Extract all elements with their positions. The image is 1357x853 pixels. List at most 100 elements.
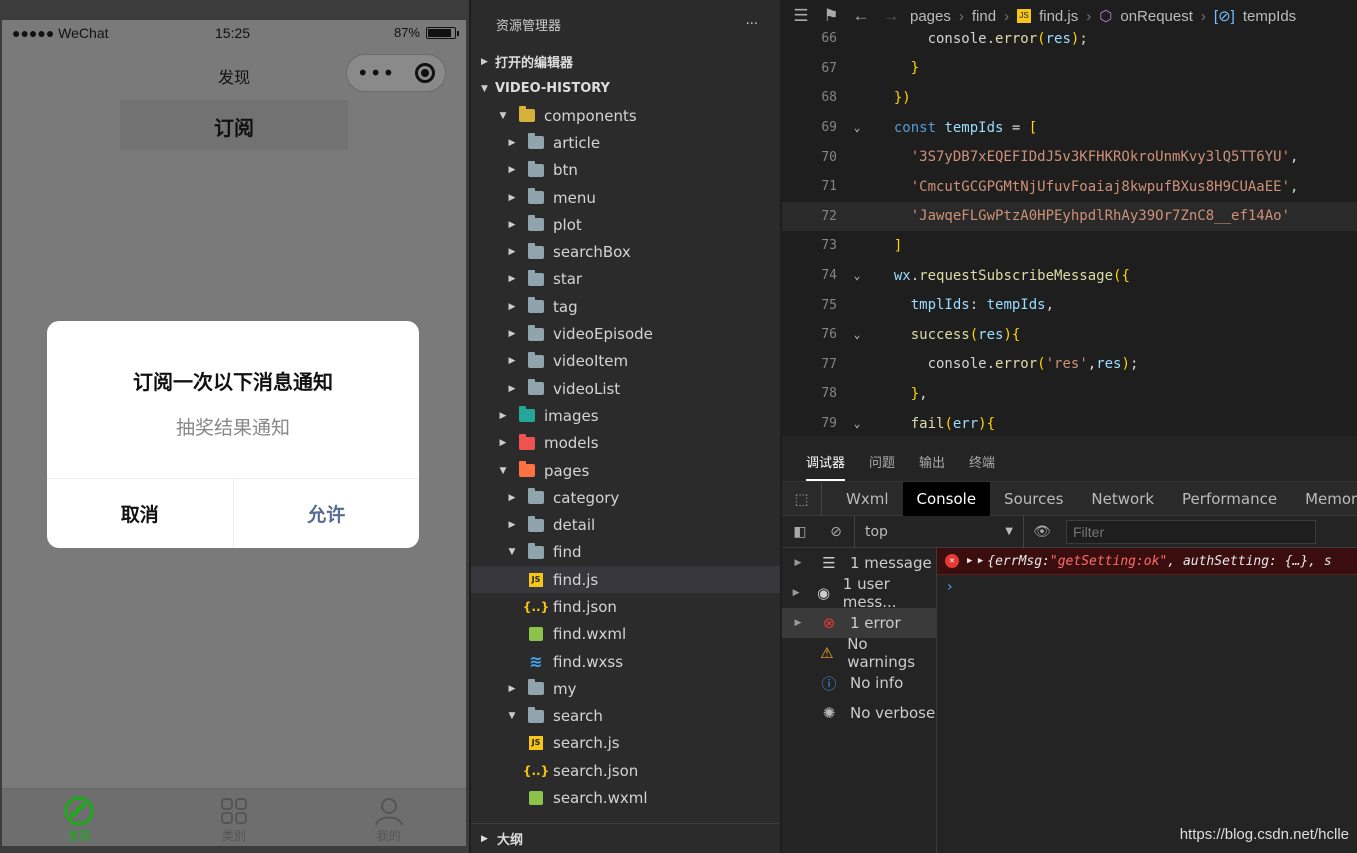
folder-row[interactable]: ▶ detail <box>471 511 780 538</box>
console-output[interactable]: ✕ ▶ ▶ {errMsg: "getSetting:ok" , authSet… <box>937 548 1357 853</box>
console-filter-item[interactable]: ⚠ No warnings <box>782 635 936 671</box>
panel-sources[interactable]: Sources <box>990 482 1077 516</box>
code-line[interactable]: 72 'JawqeFLGwPtzA0HPEyhpdlRhAy39Or7ZnC8_… <box>782 201 1357 232</box>
code-line[interactable]: 79 ⌄ fail(err){ <box>782 409 1357 436</box>
line-number: 76 <box>821 327 837 343</box>
folder-row[interactable]: ▶ tag <box>471 293 780 320</box>
file-row[interactable]: JS search.js <box>471 730 780 757</box>
panel-network[interactable]: Network <box>1077 482 1168 516</box>
fold-chevron-icon[interactable]: ⌄ <box>837 121 877 134</box>
bookmark-icon[interactable]: ⚑ <box>820 6 842 26</box>
folder-row[interactable]: ▶ category <box>471 484 780 511</box>
code-line[interactable]: 75 tmplIds: tempIds, <box>782 290 1357 320</box>
console-filter-item[interactable]: ▶ ☰ 1 message <box>782 548 936 578</box>
code-line[interactable]: 68 }) <box>782 83 1357 113</box>
code-line[interactable]: 76 ⌄ success(res){ <box>782 320 1357 350</box>
context-selector[interactable]: top ▼ <box>854 515 1024 548</box>
explorer-title: 资源管理器 <box>496 18 562 34</box>
code-line[interactable]: 71 'CmcutGCGPGMtNjUfuvFoaiaj8kwpufBXus8H… <box>782 172 1357 202</box>
tab-mine[interactable]: 我的 <box>311 789 466 846</box>
tab-debugger[interactable]: 调试器 <box>806 452 846 481</box>
battery-icon <box>426 26 459 39</box>
tab-problems[interactable]: 问题 <box>869 452 895 481</box>
file-row[interactable]: search.wxml <box>471 784 780 811</box>
fold-chevron-icon[interactable]: ⌄ <box>837 417 877 430</box>
code-line[interactable]: 77 console.error('res',res); <box>782 350 1357 380</box>
folder-row[interactable]: ▶ star <box>471 266 780 293</box>
back-arrow-icon[interactable]: ← <box>850 6 872 26</box>
folder-row[interactable]: ▶ my <box>471 675 780 702</box>
console-filter-item[interactable]: ▶ ⊗ 1 error <box>782 608 936 638</box>
open-editors-section[interactable]: ▶ 打开的编辑器 <box>471 48 780 75</box>
file-row[interactable]: {..} find.json <box>471 593 780 620</box>
code-line[interactable]: 67 } <box>782 54 1357 84</box>
code-line[interactable]: 78 }, <box>782 379 1357 409</box>
code-line[interactable]: 69 ⌄ const tempIds = [ <box>782 113 1357 143</box>
file-row[interactable]: {..} search.json <box>471 757 780 784</box>
menu-capsule[interactable]: ••• <box>346 54 446 92</box>
error-message-row[interactable]: ✕ ▶ ▶ {errMsg: "getSetting:ok" , authSet… <box>937 548 1357 575</box>
code-line[interactable]: 74 ⌄ wx.requestSubscribeMessage({ <box>782 261 1357 291</box>
panel-wxml[interactable]: Wxml <box>822 482 903 516</box>
folder-icon <box>527 379 545 396</box>
fold-chevron-icon[interactable]: ⌄ <box>837 328 877 341</box>
folder-row[interactable]: ▼ components <box>471 102 780 129</box>
devtools-tabs: 调试器 问题 输出 终端 <box>782 436 1357 482</box>
forward-arrow-icon[interactable]: → <box>880 6 902 26</box>
tab-discover[interactable]: 发现 <box>2 789 157 846</box>
console-filter-item[interactable]: ⓘ No info <box>782 668 936 698</box>
eye-icon[interactable]: 👁 <box>1024 524 1060 540</box>
inspect-element-icon[interactable]: ⬚ <box>782 481 822 516</box>
breadcrumb-item[interactable]: tempIds <box>1243 8 1296 25</box>
console-filter-item[interactable]: ▶ ◉ 1 user mess... <box>782 575 936 611</box>
more-icon[interactable]: ••• <box>357 63 395 83</box>
folder-row[interactable]: ▼ find <box>471 539 780 566</box>
folder-row[interactable]: ▶ models <box>471 430 780 457</box>
console-prompt[interactable]: › <box>937 575 1357 599</box>
folder-row[interactable]: ▶ menu <box>471 184 780 211</box>
tab-category[interactable]: 类别 <box>157 789 312 846</box>
code-text: 'CmcutGCGPGMtNjUfuvFoaiaj8kwpufBXus8H9CU… <box>910 178 1299 195</box>
fold-chevron-icon[interactable]: ⌄ <box>837 269 877 282</box>
tab-output[interactable]: 输出 <box>919 452 945 481</box>
folder-row[interactable]: ▶ videoList <box>471 375 780 402</box>
code-line[interactable]: 73 ] <box>782 231 1357 261</box>
filter-input[interactable] <box>1066 519 1316 544</box>
console-filter-item[interactable]: ✺ No verbose <box>782 698 936 728</box>
code-line[interactable]: 70 '3S7yDB7xEQEFIDdJ5v3KFHKROkroUnmKvy3l… <box>782 142 1357 172</box>
folder-row[interactable]: ▶ images <box>471 402 780 429</box>
file-row[interactable]: ≋ find.wxss <box>471 648 780 675</box>
folder-row[interactable]: ▶ videoItem <box>471 348 780 375</box>
code-area[interactable]: 66 console.error(res); 67 } 68 }) 69 ⌄ const… <box>782 24 1357 436</box>
panel-memory[interactable]: Memory <box>1291 482 1357 516</box>
expand-arrow-icon[interactable]: ▶ ▶ <box>967 556 983 566</box>
file-row[interactable]: find.wxml <box>471 621 780 648</box>
folder-row[interactable]: ▶ btn <box>471 157 780 184</box>
folder-row[interactable]: ▶ searchBox <box>471 238 780 265</box>
subscribe-tab[interactable]: 订阅 <box>120 100 348 150</box>
panel-console[interactable]: Console <box>902 481 991 516</box>
allow-button[interactable]: 允许 <box>234 479 420 548</box>
folder-row[interactable]: ▼ search <box>471 703 780 730</box>
sidebar-toggle-icon[interactable]: ◧ <box>782 524 818 540</box>
folder-icon <box>527 324 545 341</box>
more-actions-icon[interactable]: ··· <box>746 17 758 32</box>
outline-section[interactable]: ▶ 大纲 <box>471 823 780 853</box>
file-row[interactable]: JS find.js <box>471 566 780 594</box>
folder-row[interactable]: ▶ videoEpisode <box>471 320 780 347</box>
list-icon[interactable]: ☰ <box>790 6 812 26</box>
breadcrumb-item[interactable]: find <box>972 8 996 25</box>
breadcrumb-item[interactable]: onRequest <box>1120 8 1193 25</box>
breadcrumb-item[interactable]: pages <box>910 8 951 25</box>
tab-terminal[interactable]: 终端 <box>969 452 995 481</box>
clear-console-icon[interactable]: ⊘ <box>818 524 854 540</box>
project-section[interactable]: ▼ VIDEO-HISTORY <box>471 75 780 102</box>
folder-row[interactable]: ▼ pages <box>471 457 780 484</box>
chevron-right-icon: ▶ <box>508 683 516 694</box>
folder-row[interactable]: ▶ plot <box>471 211 780 238</box>
panel-performance[interactable]: Performance <box>1168 482 1291 516</box>
cancel-button[interactable]: 取消 <box>47 479 234 548</box>
breadcrumb-item[interactable]: find.js <box>1039 8 1078 25</box>
close-miniprogram-icon[interactable] <box>415 63 436 83</box>
folder-row[interactable]: ▶ article <box>471 129 780 156</box>
